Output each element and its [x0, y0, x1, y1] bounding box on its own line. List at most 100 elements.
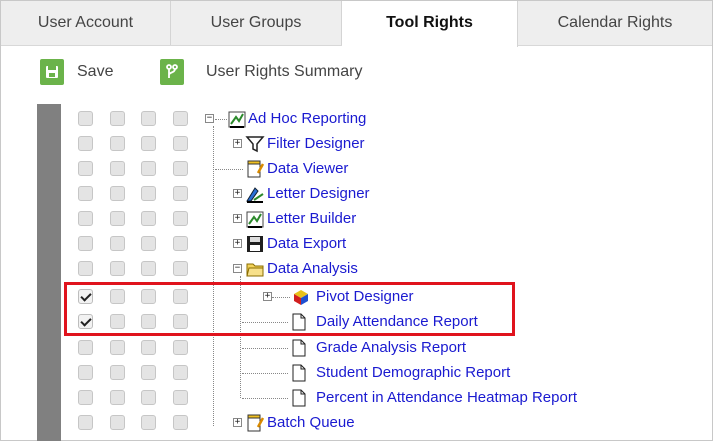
- tab-user-account[interactable]: User Account: [1, 1, 171, 45]
- right-checkbox[interactable]: [141, 415, 156, 430]
- right-checkbox[interactable]: [78, 340, 93, 355]
- right-checkbox[interactable]: [173, 340, 188, 355]
- letter-designer-icon: [246, 187, 264, 203]
- right-checkbox[interactable]: [110, 289, 125, 304]
- node-label[interactable]: Percent in Attendance Heatmap Report: [316, 389, 577, 406]
- tree-connector: [242, 348, 288, 349]
- right-checkbox[interactable]: [78, 289, 93, 304]
- tab-tool-rights[interactable]: Tool Rights: [342, 1, 518, 47]
- report-icon: [228, 111, 246, 128]
- tree-row-daily-attendance-report: Daily Attendance Report: [0, 310, 713, 335]
- branch-icon: [160, 59, 184, 85]
- node-label[interactable]: Student Demographic Report: [316, 364, 510, 381]
- right-checkbox[interactable]: [141, 136, 156, 151]
- right-checkbox[interactable]: [78, 161, 93, 176]
- right-checkbox[interactable]: [110, 186, 125, 201]
- toolbar: Save User Rights Summary: [0, 45, 713, 97]
- right-checkbox[interactable]: [173, 186, 188, 201]
- right-checkbox[interactable]: [173, 289, 188, 304]
- right-checkbox[interactable]: [173, 314, 188, 329]
- node-label[interactable]: Letter Builder: [267, 210, 356, 227]
- right-checkbox[interactable]: [141, 261, 156, 276]
- node-label[interactable]: Data Analysis: [267, 260, 358, 277]
- right-checkbox[interactable]: [78, 186, 93, 201]
- node-label[interactable]: Letter Designer: [267, 185, 370, 202]
- expand-icon[interactable]: +: [233, 189, 242, 198]
- right-checkbox[interactable]: [141, 236, 156, 251]
- expand-icon[interactable]: +: [263, 292, 272, 301]
- node-label[interactable]: Data Export: [267, 235, 346, 252]
- right-checkbox[interactable]: [78, 236, 93, 251]
- tab-user-groups[interactable]: User Groups: [171, 1, 342, 45]
- right-checkbox[interactable]: [78, 365, 93, 380]
- expand-icon[interactable]: +: [233, 239, 242, 248]
- right-checkbox[interactable]: [78, 136, 93, 151]
- right-checkbox[interactable]: [141, 111, 156, 126]
- node-label[interactable]: Daily Attendance Report: [316, 313, 478, 330]
- data-viewer-icon: [247, 160, 265, 178]
- right-checkbox[interactable]: [110, 111, 125, 126]
- tree-connector: [242, 322, 288, 323]
- node-label[interactable]: Grade Analysis Report: [316, 339, 466, 356]
- tree-connector: [242, 398, 288, 399]
- right-checkbox[interactable]: [141, 161, 156, 176]
- right-checkbox[interactable]: [110, 415, 125, 430]
- tree-row-letter-builder: + Letter Builder: [0, 207, 713, 232]
- right-checkbox[interactable]: [173, 415, 188, 430]
- document-icon: [292, 389, 306, 407]
- right-checkbox[interactable]: [173, 136, 188, 151]
- expand-icon[interactable]: +: [233, 139, 242, 148]
- right-checkbox[interactable]: [78, 111, 93, 126]
- collapse-icon[interactable]: −: [233, 264, 242, 273]
- tree-row-data-analysis: − Data Analysis: [0, 257, 713, 282]
- right-checkbox[interactable]: [78, 314, 93, 329]
- right-checkbox[interactable]: [141, 186, 156, 201]
- right-checkbox[interactable]: [141, 340, 156, 355]
- right-checkbox[interactable]: [173, 111, 188, 126]
- right-checkbox[interactable]: [173, 261, 188, 276]
- collapse-icon[interactable]: −: [205, 114, 214, 123]
- right-checkbox[interactable]: [110, 365, 125, 380]
- save-button[interactable]: Save: [40, 59, 113, 85]
- right-checkbox[interactable]: [110, 314, 125, 329]
- right-checkbox[interactable]: [141, 390, 156, 405]
- tree-row-percent-in-attendance-heatmap-report: Percent in Attendance Heatmap Report: [0, 386, 713, 411]
- tree-row-letter-designer: + Letter Designer: [0, 182, 713, 207]
- right-checkbox[interactable]: [110, 136, 125, 151]
- right-checkbox[interactable]: [173, 161, 188, 176]
- node-label[interactable]: Data Viewer: [267, 160, 348, 177]
- right-checkbox[interactable]: [78, 390, 93, 405]
- expand-icon[interactable]: +: [233, 214, 242, 223]
- right-checkbox[interactable]: [78, 415, 93, 430]
- right-checkbox[interactable]: [78, 211, 93, 226]
- node-label[interactable]: Batch Queue: [267, 414, 355, 431]
- right-checkbox[interactable]: [173, 211, 188, 226]
- right-checkbox[interactable]: [141, 211, 156, 226]
- document-icon: [292, 339, 306, 357]
- tab-calendar-rights[interactable]: Calendar Rights: [518, 1, 712, 45]
- tree-connector: [242, 373, 288, 374]
- right-checkbox[interactable]: [110, 261, 125, 276]
- document-icon: [292, 364, 306, 382]
- right-checkbox[interactable]: [173, 390, 188, 405]
- right-checkbox[interactable]: [110, 161, 125, 176]
- right-checkbox[interactable]: [110, 340, 125, 355]
- right-checkbox[interactable]: [110, 211, 125, 226]
- node-label[interactable]: Pivot Designer: [316, 288, 414, 305]
- user-rights-summary-button[interactable]: User Rights Summary: [160, 59, 362, 85]
- folder-icon: [246, 263, 264, 277]
- tree-connector: [272, 297, 290, 298]
- right-checkbox[interactable]: [141, 314, 156, 329]
- right-checkbox[interactable]: [141, 365, 156, 380]
- document-icon: [292, 313, 306, 331]
- right-checkbox[interactable]: [110, 390, 125, 405]
- expand-icon[interactable]: +: [233, 418, 242, 427]
- right-checkbox[interactable]: [78, 261, 93, 276]
- tree-row-data-export: + Data Export: [0, 232, 713, 257]
- right-checkbox[interactable]: [110, 236, 125, 251]
- right-checkbox[interactable]: [173, 365, 188, 380]
- node-label[interactable]: Filter Designer: [267, 135, 365, 152]
- right-checkbox[interactable]: [141, 289, 156, 304]
- node-label[interactable]: Ad Hoc Reporting: [248, 110, 366, 127]
- right-checkbox[interactable]: [173, 236, 188, 251]
